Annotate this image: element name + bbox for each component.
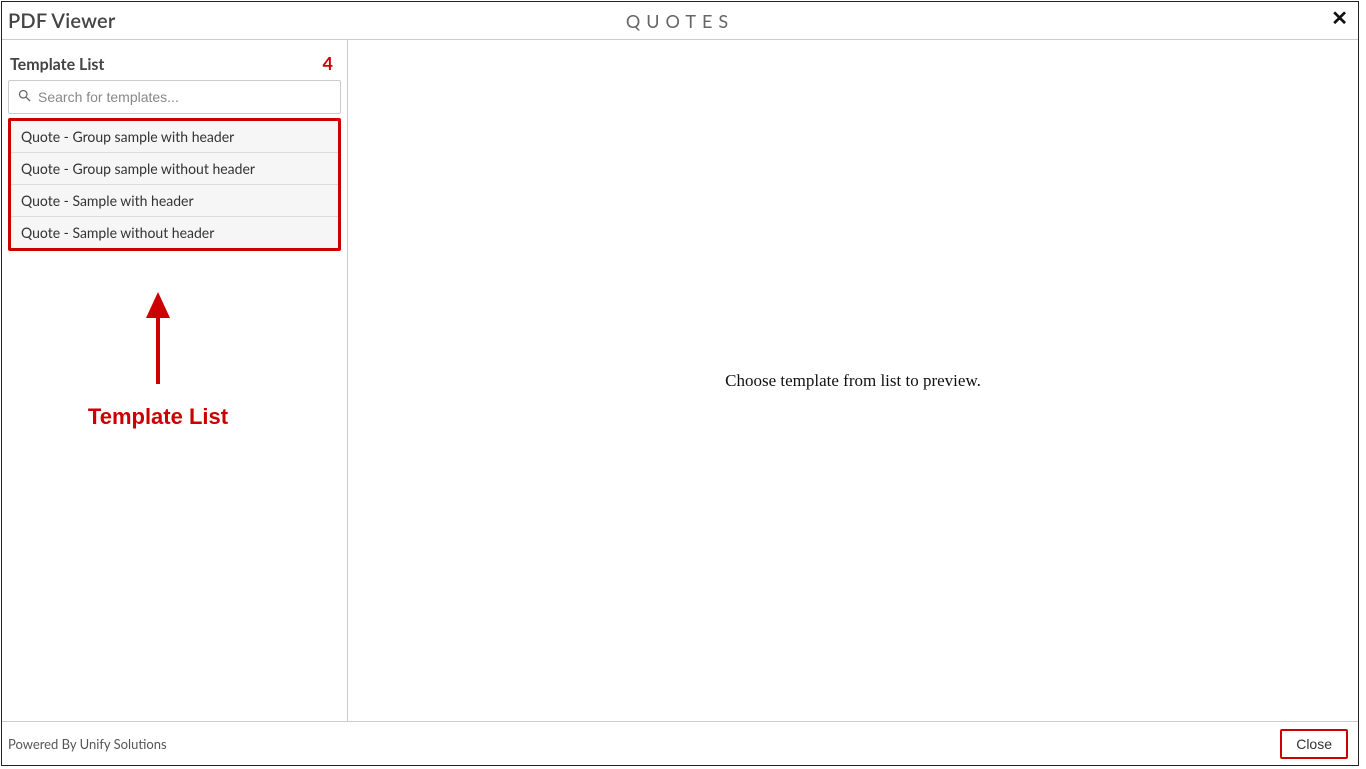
template-item[interactable]: Quote - Group sample with header <box>11 121 338 153</box>
sidebar-title: Template List <box>10 55 104 74</box>
close-icon[interactable]: ✕ <box>1331 8 1348 28</box>
header-bar: PDF Viewer QUOTES ✕ <box>2 2 1358 40</box>
preview-pane: Choose template from list to preview. <box>348 40 1358 721</box>
preview-placeholder: Choose template from list to preview. <box>725 371 981 391</box>
app-title: PDF Viewer <box>2 9 115 33</box>
search-icon <box>17 88 32 107</box>
template-count: 4 <box>323 52 339 74</box>
template-sidebar: Template List 4 Quote - Group sample wit… <box>2 40 348 721</box>
pdf-viewer-window: PDF Viewer QUOTES ✕ Template List 4 Quot… <box>1 1 1359 766</box>
powered-by-text: Powered By Unify Solutions <box>8 736 167 752</box>
sidebar-header: Template List 4 <box>8 48 341 80</box>
context-title: QUOTES <box>626 10 734 32</box>
annotation-label: Template List <box>88 404 228 430</box>
footer-bar: Powered By Unify Solutions Close <box>2 721 1358 765</box>
close-button[interactable]: Close <box>1280 729 1348 759</box>
search-field-wrap[interactable] <box>8 80 341 114</box>
body: Template List 4 Quote - Group sample wit… <box>2 40 1358 721</box>
search-input[interactable] <box>38 89 332 105</box>
template-item[interactable]: Quote - Group sample without header <box>11 153 338 185</box>
template-item[interactable]: Quote - Sample with header <box>11 185 338 217</box>
template-list: Quote - Group sample with header Quote -… <box>8 118 341 251</box>
annotation-arrow: Template List <box>58 292 258 430</box>
template-item[interactable]: Quote - Sample without header <box>11 217 338 248</box>
